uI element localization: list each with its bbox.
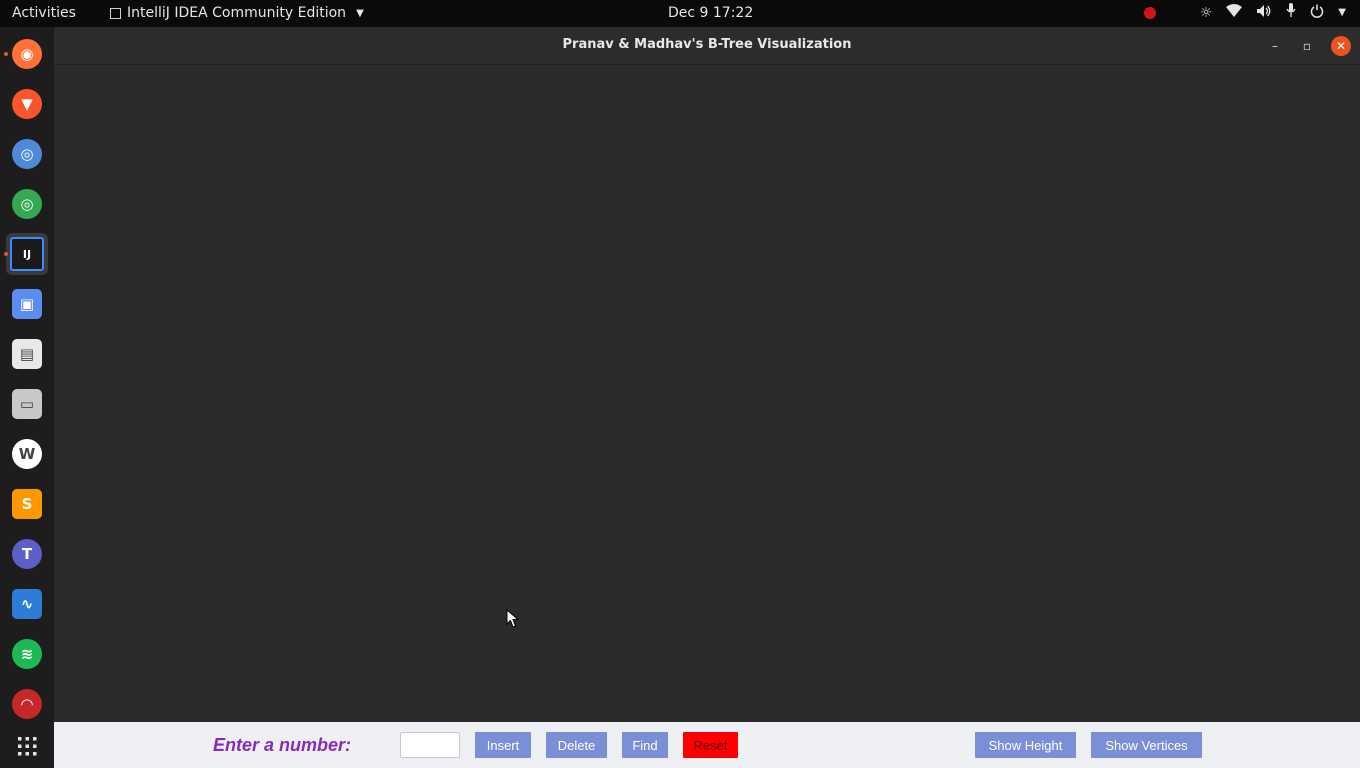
insert-button[interactable]: Insert (475, 732, 531, 758)
dock-item-sublime-text[interactable]: S (6, 483, 48, 525)
brightness-icon: ☼ (1199, 4, 1213, 21)
running-indicator (4, 52, 8, 56)
window-title: Pranav & Madhav's B-Tree Visualization (562, 37, 852, 52)
number-prompt-label: Enter a number: (213, 735, 352, 755)
running-indicator (4, 252, 8, 256)
close-icon[interactable]: ✕ (1331, 36, 1351, 56)
dock-item-firefox[interactable]: ◉ (4, 33, 48, 75)
top-bar: Activities IntelliJ IDEA Community Editi… (0, 0, 1360, 27)
find-button[interactable]: Find (622, 732, 668, 758)
number-input[interactable] (400, 732, 460, 758)
volume-icon (1256, 4, 1272, 22)
dock-item-chrome[interactable]: ◎ (6, 183, 48, 225)
dock-item-files[interactable]: ▭ (6, 383, 48, 425)
power-icon (1310, 4, 1324, 22)
caret-down-icon: ▼ (356, 7, 364, 19)
dock-item-intellij[interactable]: IJ (4, 233, 48, 275)
clock[interactable]: Dec 9 17:22 (668, 5, 753, 21)
chevron-down-icon: ▼ (1338, 7, 1346, 18)
speedometer-icon: ◠ (12, 689, 42, 719)
files-icon: ▭ (12, 389, 42, 419)
dock-item-brave[interactable]: ▼ (6, 83, 48, 125)
dock-item-office[interactable]: ▤ (6, 333, 48, 375)
dock: ◉ ▼ ◎ ◎ IJ ▣ ▤ ▭ W S T ∿ ≋ ◠ (0, 27, 54, 768)
screenshot-icon: ▣ (12, 289, 42, 319)
wps-icon: W (12, 439, 42, 469)
microphone-icon (1286, 3, 1296, 22)
recording-indicator-icon[interactable] (1143, 6, 1156, 19)
dock-item-spotify[interactable]: ≋ (6, 633, 48, 675)
app-menu[interactable]: IntelliJ IDEA Community Edition ▼ (110, 5, 364, 21)
sublime-text-icon: S (12, 489, 42, 519)
show-applications-button[interactable] (6, 725, 48, 767)
dock-item-speedometer[interactable]: ◠ (6, 683, 48, 725)
dock-item-chromium[interactable]: ◎ (6, 133, 48, 175)
maximize-icon[interactable]: ▫ (1297, 36, 1317, 56)
mouse-pointer-icon (506, 609, 520, 628)
wifi-icon (1226, 4, 1243, 21)
dock-item-wps[interactable]: W (6, 433, 48, 475)
minimize-icon[interactable]: – (1265, 36, 1285, 56)
reset-button[interactable]: Reset (683, 732, 738, 758)
intellij-icon: IJ (10, 237, 44, 271)
chromium-icon: ◎ (12, 139, 42, 169)
dock-item-screenshot[interactable]: ▣ (6, 283, 48, 325)
spotify-icon: ≋ (12, 639, 42, 669)
app-menu-label: IntelliJ IDEA Community Edition (127, 5, 347, 21)
show-vertices-button[interactable]: Show Vertices (1091, 732, 1202, 758)
window-titlebar[interactable]: Pranav & Madhav's B-Tree Visualization –… (54, 27, 1360, 65)
app-grid-icon (18, 737, 37, 756)
teams-icon: T (12, 539, 42, 569)
brave-icon: ▼ (12, 89, 42, 119)
intellij-app-icon (110, 7, 121, 19)
delete-button[interactable]: Delete (546, 732, 607, 758)
office-icon: ▤ (12, 339, 42, 369)
firefox-icon: ◉ (12, 39, 42, 69)
btree-canvas[interactable] (54, 65, 1360, 722)
show-height-button[interactable]: Show Height (975, 732, 1076, 758)
chrome-icon: ◎ (12, 189, 42, 219)
system-monitor-icon: ∿ (12, 589, 42, 619)
dock-item-system-monitor[interactable]: ∿ (6, 583, 48, 625)
control-panel: Enter a number: Insert Delete Find Reset… (54, 722, 1360, 768)
dock-item-teams[interactable]: T (6, 533, 48, 575)
system-tray[interactable]: ☼ ▼ (1143, 3, 1346, 22)
activities-button[interactable]: Activities (12, 5, 76, 21)
app-window: Pranav & Madhav's B-Tree Visualization –… (54, 27, 1360, 768)
